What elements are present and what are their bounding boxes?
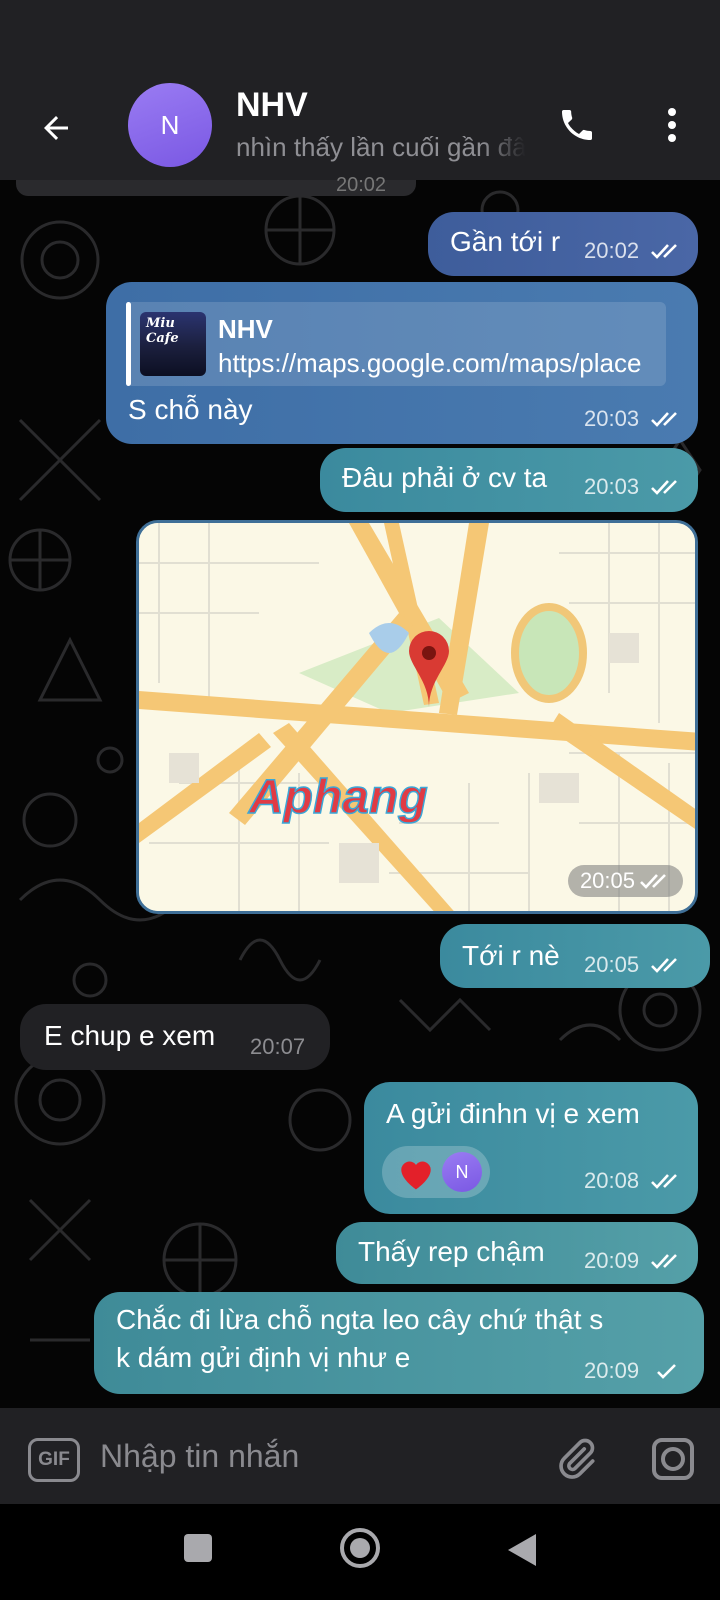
message-bubble-outgoing[interactable]: Đâu phải ở cv ta 20:03	[320, 448, 698, 512]
message-text: S chỗ này	[128, 394, 253, 425]
double-check-icon	[651, 480, 677, 495]
message-composer: GIF	[0, 1408, 720, 1504]
system-back-button[interactable]	[508, 1534, 536, 1566]
message-bubble-outgoing[interactable]: Chắc đi lừa chỗ ngta leo cây chứ thật s …	[94, 1292, 704, 1394]
double-check-icon	[651, 244, 677, 259]
message-text: Thấy rep chậm	[358, 1236, 545, 1267]
phone-icon	[562, 110, 592, 140]
message-text: Gần tới r	[450, 226, 561, 257]
message-bubble-outgoing[interactable]: Tới r nè 20:05	[440, 924, 710, 988]
gif-button[interactable]: GIF	[28, 1438, 80, 1482]
reaction-chip[interactable]: N	[382, 1146, 490, 1198]
camera-button[interactable]	[648, 1434, 698, 1484]
message-text-line-1: Chắc đi lừa chỗ ngta leo cây chứ thật s	[116, 1304, 604, 1335]
message-text: Tới r nè	[462, 940, 560, 971]
contact-name[interactable]: NHV	[236, 86, 308, 125]
message-bubble-outgoing[interactable]: Thấy rep chậm 20:09	[336, 1222, 698, 1284]
recents-button[interactable]	[184, 1534, 212, 1562]
message-text: A gửi đinhn vị e xem	[386, 1098, 640, 1129]
heart-icon	[401, 1161, 431, 1190]
status-bar	[0, 0, 720, 80]
message-time: 20:09	[584, 1358, 640, 1383]
more-options-button[interactable]	[652, 100, 692, 150]
date-separator-label: 20:02	[336, 174, 387, 196]
double-check-icon	[651, 412, 677, 427]
message-time: 20:07	[250, 1034, 306, 1059]
link-preview-card[interactable]: Miu Cafe NHV https://maps.google.com/map…	[126, 302, 666, 386]
link-thumbnail: Miu Cafe	[140, 312, 206, 376]
double-check-icon	[651, 958, 677, 973]
contact-last-seen: nhìn thấy lần cuối gần đây	[236, 132, 526, 162]
call-button[interactable]	[552, 100, 602, 150]
message-bubble-incoming[interactable]: E chup e xem 20:07	[20, 1004, 330, 1070]
message-text: Đâu phải ở cv ta	[342, 462, 548, 493]
map-time-badge: 20:05	[567, 865, 683, 897]
map-image: Aphang	[139, 523, 695, 911]
message-time: 20:05	[579, 868, 635, 893]
link-preview-url[interactable]: https://maps.google.com/maps/place	[218, 348, 658, 379]
double-check-icon	[651, 1254, 677, 1269]
home-button[interactable]	[340, 1528, 380, 1568]
message-bubble-link[interactable]: Miu Cafe NHV https://maps.google.com/map…	[106, 282, 698, 444]
message-bubble-outgoing[interactable]: Gần tới r 20:02	[428, 212, 698, 276]
location-map-message[interactable]: Aphang 20:05	[136, 520, 698, 914]
date-separator: 20:02	[16, 174, 416, 196]
system-navigation-bar	[0, 1504, 720, 1600]
link-accent-bar	[126, 302, 131, 386]
paperclip-icon	[559, 1438, 595, 1479]
message-time: 20:03	[584, 406, 640, 431]
reaction-avatar: N	[442, 1152, 482, 1192]
message-text: E chup e xem	[44, 1020, 216, 1051]
reaction-avatar-initial: N	[455, 1161, 469, 1182]
back-arrow-icon	[44, 116, 68, 140]
message-time: 20:08	[584, 1168, 640, 1193]
message-time: 20:02	[584, 238, 640, 263]
message-text-line-2: k dám gửi định vị như e	[116, 1342, 411, 1373]
message-time: 20:05	[584, 952, 640, 977]
message-bubble-outgoing[interactable]: A gửi đinhn vị e xem N 20:08	[364, 1082, 698, 1214]
message-time: 20:09	[584, 1248, 640, 1273]
map-watermark: Aphang	[248, 771, 428, 824]
double-check-icon	[640, 874, 666, 889]
double-check-icon	[651, 1174, 677, 1189]
back-button[interactable]	[30, 102, 82, 154]
camera-icon	[652, 1438, 694, 1480]
message-input[interactable]	[100, 1432, 520, 1480]
chat-header	[0, 80, 720, 180]
more-vert-icon	[668, 108, 676, 142]
gif-icon: GIF	[38, 1449, 70, 1470]
single-check-icon	[657, 1364, 676, 1379]
link-preview-title: NHV	[218, 314, 273, 344]
attach-button[interactable]	[552, 1434, 600, 1484]
thumbnail-logo-text: Miu Cafe	[146, 316, 179, 346]
message-time: 20:03	[584, 474, 640, 499]
avatar-initial: N	[160, 109, 180, 140]
contact-avatar[interactable]: N	[128, 83, 212, 167]
